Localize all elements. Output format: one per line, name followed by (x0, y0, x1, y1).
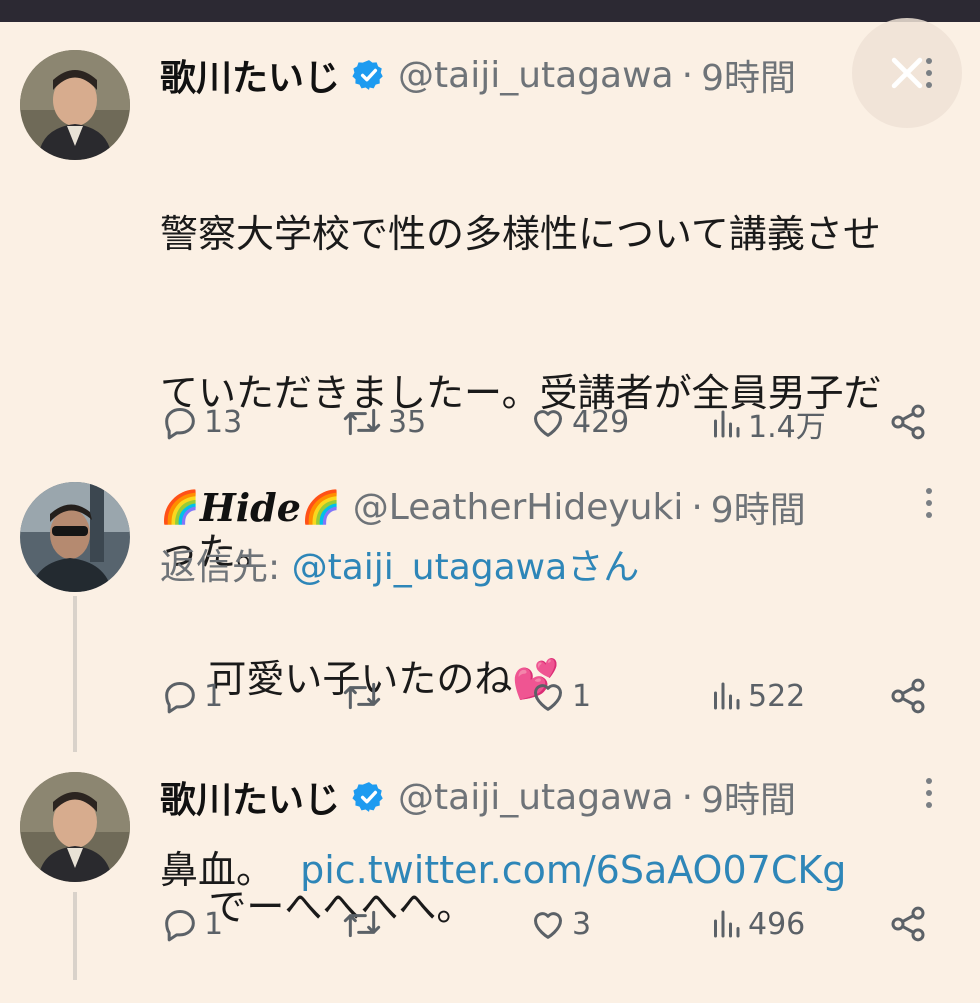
separator-dot: · (681, 54, 694, 96)
reply-count: 13 (204, 404, 243, 440)
reply-to-line: 返信先: @taiji_utagawaさん (160, 538, 639, 590)
tweet-header: 🌈 Hide 🌈 @LeatherHideyuki · 9時間 (160, 482, 806, 532)
retweet-count: 35 (388, 404, 427, 440)
user-handle[interactable]: @LeatherHideyuki (353, 487, 684, 528)
share-icon (891, 404, 925, 440)
user-handle[interactable]: @taiji_utagawa (398, 55, 674, 96)
avatar[interactable] (20, 482, 130, 592)
tweet-text-line: 警察大学校で性の多様性について講義させ (160, 212, 881, 256)
reply-to-handle[interactable]: @taiji_utagawa (292, 547, 568, 588)
reply-button[interactable]: 1 (160, 904, 223, 944)
tweet-header: 歌川たいじ @taiji_utagawa · 9時間 (160, 50, 796, 100)
views-icon (714, 682, 740, 710)
action-bar: 1 3 496 (160, 904, 940, 948)
more-icon[interactable] (924, 58, 934, 88)
like-icon (534, 684, 562, 711)
reply-to-label: 返信先: (160, 547, 281, 588)
action-bar: 1 1 522 (160, 676, 940, 720)
retweet-button[interactable] (340, 904, 388, 944)
share-icon (891, 906, 925, 942)
close-button[interactable] (852, 18, 962, 128)
status-bar (0, 0, 980, 22)
share-button[interactable] (888, 402, 932, 442)
reply-count: 1 (204, 678, 224, 714)
reply-button[interactable]: 1 (160, 676, 223, 716)
reply-icon (165, 910, 195, 942)
more-icon[interactable] (924, 488, 934, 518)
share-button[interactable] (888, 904, 932, 944)
views-button[interactable]: 496 (708, 904, 805, 944)
like-button[interactable]: 3 (528, 904, 591, 944)
retweet-button[interactable] (340, 676, 388, 716)
tweet-1[interactable]: 歌川たいじ @taiji_utagawa · 9時間 警察大学校で性の多様性につ… (0, 50, 980, 892)
avatar[interactable] (20, 50, 130, 160)
more-icon[interactable] (924, 778, 934, 808)
verified-badge-icon (352, 60, 383, 90)
share-button[interactable] (888, 676, 932, 716)
views-icon (714, 410, 740, 438)
display-name[interactable]: Hide (200, 485, 301, 530)
user-handle[interactable]: @taiji_utagawa (398, 777, 674, 818)
display-name[interactable]: 歌川たいじ (160, 49, 340, 101)
separator-dot: · (681, 776, 694, 818)
reply-button[interactable]: 13 (160, 402, 242, 442)
retweet-icon (343, 910, 381, 938)
views-count: 1.4万 (748, 410, 826, 445)
reply-icon (165, 682, 195, 714)
timestamp[interactable]: 9時間 (711, 481, 806, 533)
views-count: 522 (748, 678, 806, 714)
verified-badge-icon (352, 782, 383, 812)
reply-icon (165, 408, 195, 440)
timestamp[interactable]: 9時間 (701, 49, 796, 101)
retweet-button[interactable]: 35 (340, 402, 426, 442)
share-icon (891, 678, 925, 714)
views-button[interactable]: 522 (708, 676, 805, 716)
rainbow-emoji: 🌈 (160, 488, 200, 526)
like-count: 3 (572, 906, 592, 942)
views-count: 496 (748, 906, 806, 942)
thread-line (73, 892, 77, 980)
reply-to-suffix: さん (567, 547, 640, 588)
like-count: 429 (572, 404, 630, 440)
separator-dot: · (691, 486, 703, 528)
retweet-icon (343, 408, 381, 436)
views-button[interactable]: 1.4万 (708, 402, 826, 446)
tweet-3[interactable]: 歌川たいじ @taiji_utagawa · 9時間 でーへへへへ。 1 3 4… (0, 772, 980, 980)
like-button[interactable]: 1 (528, 676, 591, 716)
thread-line (73, 596, 77, 752)
close-icon (891, 57, 923, 89)
timestamp[interactable]: 9時間 (701, 771, 796, 823)
like-button[interactable]: 429 (528, 402, 629, 442)
tweet-header: 歌川たいじ @taiji_utagawa · 9時間 (160, 772, 796, 822)
like-icon (534, 912, 562, 939)
views-icon (714, 910, 740, 938)
like-icon (534, 410, 562, 437)
reply-count: 1 (204, 906, 224, 942)
action-bar: 13 35 429 1.4万 (160, 402, 940, 446)
display-name[interactable]: 歌川たいじ (160, 771, 340, 823)
retweet-icon (343, 682, 381, 710)
tweet-2[interactable]: 🌈 Hide 🌈 @LeatherHideyuki · 9時間 返信先: @ta… (0, 482, 980, 752)
rainbow-emoji: 🌈 (300, 488, 341, 526)
like-count: 1 (572, 678, 592, 714)
avatar[interactable] (20, 772, 130, 882)
